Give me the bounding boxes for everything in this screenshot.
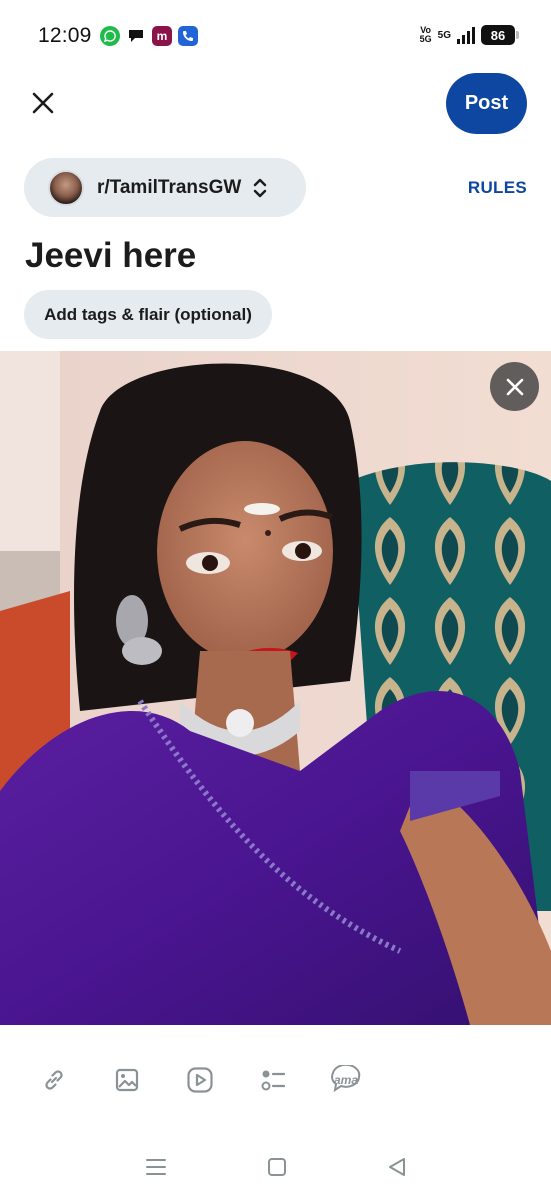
status-time: 12:09: [38, 24, 92, 47]
ama-label: ama: [333, 1073, 359, 1087]
system-icons: Vo 5G 5G 86: [419, 25, 519, 45]
back-triangle-icon: [389, 1158, 405, 1176]
phone-app-icon: [178, 26, 198, 46]
network-type: 5G: [437, 29, 451, 41]
link-button[interactable]: [34, 1060, 74, 1100]
community-name: r/TamilTransGW: [97, 176, 242, 198]
video-button[interactable]: [180, 1060, 220, 1100]
composer-toolbar: ama: [0, 1060, 551, 1100]
m-app-icon: m: [152, 26, 172, 46]
community-avatar: [48, 169, 84, 206]
signal-icon: [457, 26, 475, 44]
community-selector[interactable]: r/TamilTransGW: [24, 158, 306, 217]
back-button[interactable]: [382, 1152, 412, 1182]
poll-list-icon: [261, 1070, 286, 1091]
image-button[interactable]: [107, 1060, 147, 1100]
rules-link[interactable]: RULES: [468, 178, 527, 198]
notification-icons: m: [100, 26, 198, 46]
volte-indicator: Vo 5G: [419, 25, 432, 44]
status-bar: 12:09 m Vo 5G 5G 86: [0, 0, 551, 72]
close-icon: [32, 92, 54, 114]
battery-indicator: 86: [481, 25, 519, 45]
attached-image: [0, 351, 551, 1025]
ama-button[interactable]: ama: [326, 1060, 366, 1100]
image-icon: [115, 1068, 139, 1092]
poll-button[interactable]: [253, 1060, 293, 1100]
video-play-icon: [187, 1067, 213, 1093]
post-button[interactable]: Post: [446, 73, 527, 134]
post-title[interactable]: Jeevi here: [25, 236, 196, 276]
close-icon: [506, 378, 523, 395]
close-button[interactable]: [24, 84, 62, 122]
menu-lines-icon: [146, 1159, 166, 1175]
add-tags-button[interactable]: Add tags & flair (optional): [24, 290, 272, 339]
link-icon: [45, 1070, 63, 1090]
chevron-up-down-icon: [253, 177, 267, 199]
home-square-icon: [268, 1158, 286, 1176]
whatsapp-icon: [100, 26, 120, 46]
system-nav-bar: [0, 1140, 551, 1192]
chat-bubble-icon: [126, 26, 146, 46]
recents-button[interactable]: [141, 1152, 171, 1182]
remove-image-button[interactable]: [490, 362, 539, 411]
home-button[interactable]: [262, 1152, 292, 1182]
